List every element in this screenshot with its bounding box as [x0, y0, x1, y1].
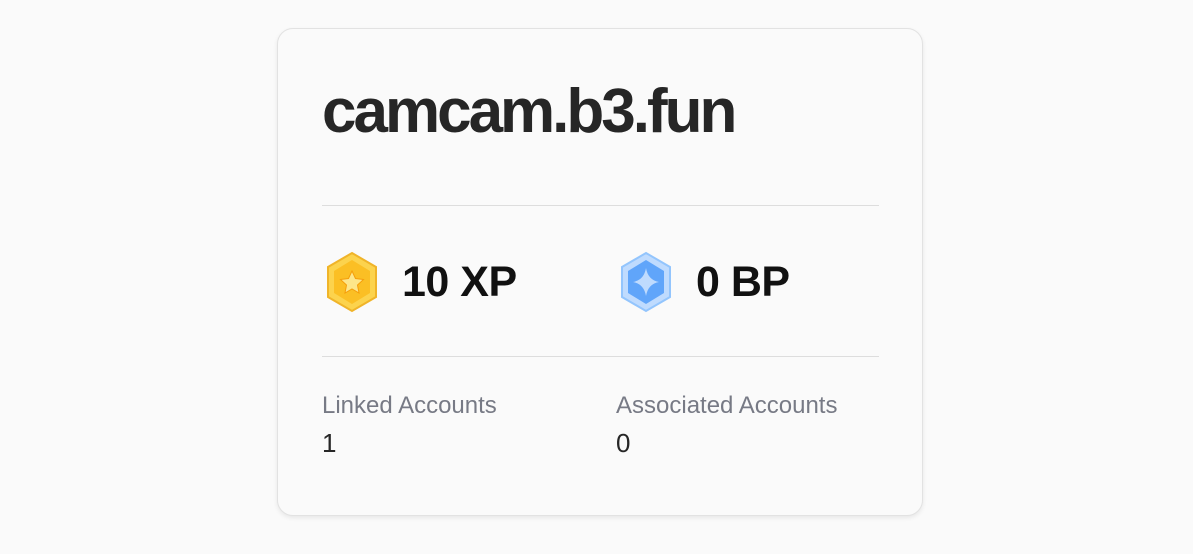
blue-sparkle-hexagon-icon	[621, 251, 671, 313]
associated-accounts: Associated Accounts 0	[616, 389, 837, 463]
associated-accounts-label: Associated Accounts	[616, 392, 838, 419]
linked-accounts: Linked Accounts 1	[322, 389, 497, 463]
divider	[322, 205, 879, 206]
linked-accounts-label: Linked Accounts	[322, 392, 497, 419]
xp-value: 10 XP	[402, 257, 517, 306]
associated-accounts-count: 0	[616, 428, 631, 458]
divider	[322, 356, 879, 357]
bp-stat: 0 BP	[616, 251, 790, 313]
profile-card: camcam.b3.fun 10 XP 0 BP Linked Accounts…	[277, 28, 923, 516]
bp-value: 0 BP	[696, 257, 790, 306]
xp-stat: 10 XP	[322, 251, 517, 313]
profile-name: camcam.b3.fun	[322, 77, 737, 146]
linked-accounts-count: 1	[322, 428, 337, 458]
gold-star-hexagon-icon	[327, 251, 377, 313]
